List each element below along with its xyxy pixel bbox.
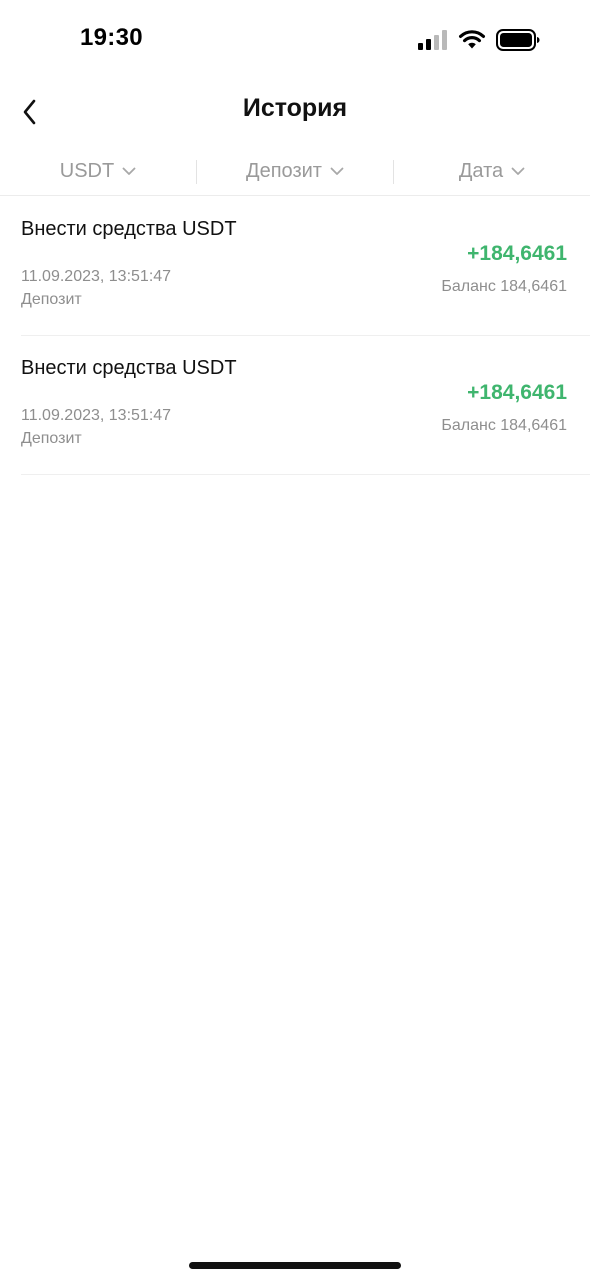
wifi-icon bbox=[459, 30, 485, 49]
transaction-balance: Баланс 184,6461 bbox=[441, 417, 567, 434]
battery-icon bbox=[496, 29, 540, 51]
cellular-signal-icon bbox=[418, 30, 447, 50]
date-filter-dropdown[interactable]: Дата bbox=[394, 152, 590, 192]
transaction-date: 11.09.2023, 13:51:47 bbox=[21, 407, 172, 424]
chevron-down-icon bbox=[511, 167, 525, 175]
filter-bar: USDT Депозит Дата bbox=[0, 148, 590, 196]
transaction-balance: Баланс 184,6461 bbox=[441, 278, 567, 295]
transaction-row[interactable]: Внести средства USDT 11.09.2023, 13:51:4… bbox=[21, 336, 590, 475]
filter-label: Депозит bbox=[246, 160, 322, 182]
chevron-down-icon bbox=[330, 167, 344, 175]
transaction-amount: +184,6461 bbox=[467, 242, 567, 265]
transaction-date: 11.09.2023, 13:51:47 bbox=[21, 268, 172, 285]
transaction-type: Депозит bbox=[21, 291, 82, 308]
status-bar: 19:30 bbox=[0, 0, 590, 80]
transaction-title: Внести средства USDT bbox=[21, 218, 237, 240]
status-time: 19:30 bbox=[80, 24, 143, 51]
page-title: История bbox=[242, 94, 348, 122]
currency-filter-dropdown[interactable]: USDT bbox=[0, 152, 196, 192]
transaction-title: Внести средства USDT bbox=[21, 357, 237, 379]
filter-label: Дата bbox=[458, 160, 504, 182]
history-screen: 19:30 История USDT Депозит Дата Внести с… bbox=[0, 0, 590, 1280]
home-indicator[interactable] bbox=[189, 1262, 401, 1269]
type-filter-dropdown[interactable]: Депозит bbox=[197, 152, 393, 192]
transaction-row[interactable]: Внести средства USDT 11.09.2023, 13:51:4… bbox=[21, 197, 590, 336]
transaction-list: Внести средства USDT 11.09.2023, 13:51:4… bbox=[0, 197, 590, 475]
header: История bbox=[0, 80, 590, 142]
transaction-amount: +184,6461 bbox=[467, 381, 567, 404]
chevron-down-icon bbox=[122, 167, 136, 175]
transaction-type: Депозит bbox=[21, 430, 82, 447]
filter-label: USDT bbox=[59, 160, 115, 182]
